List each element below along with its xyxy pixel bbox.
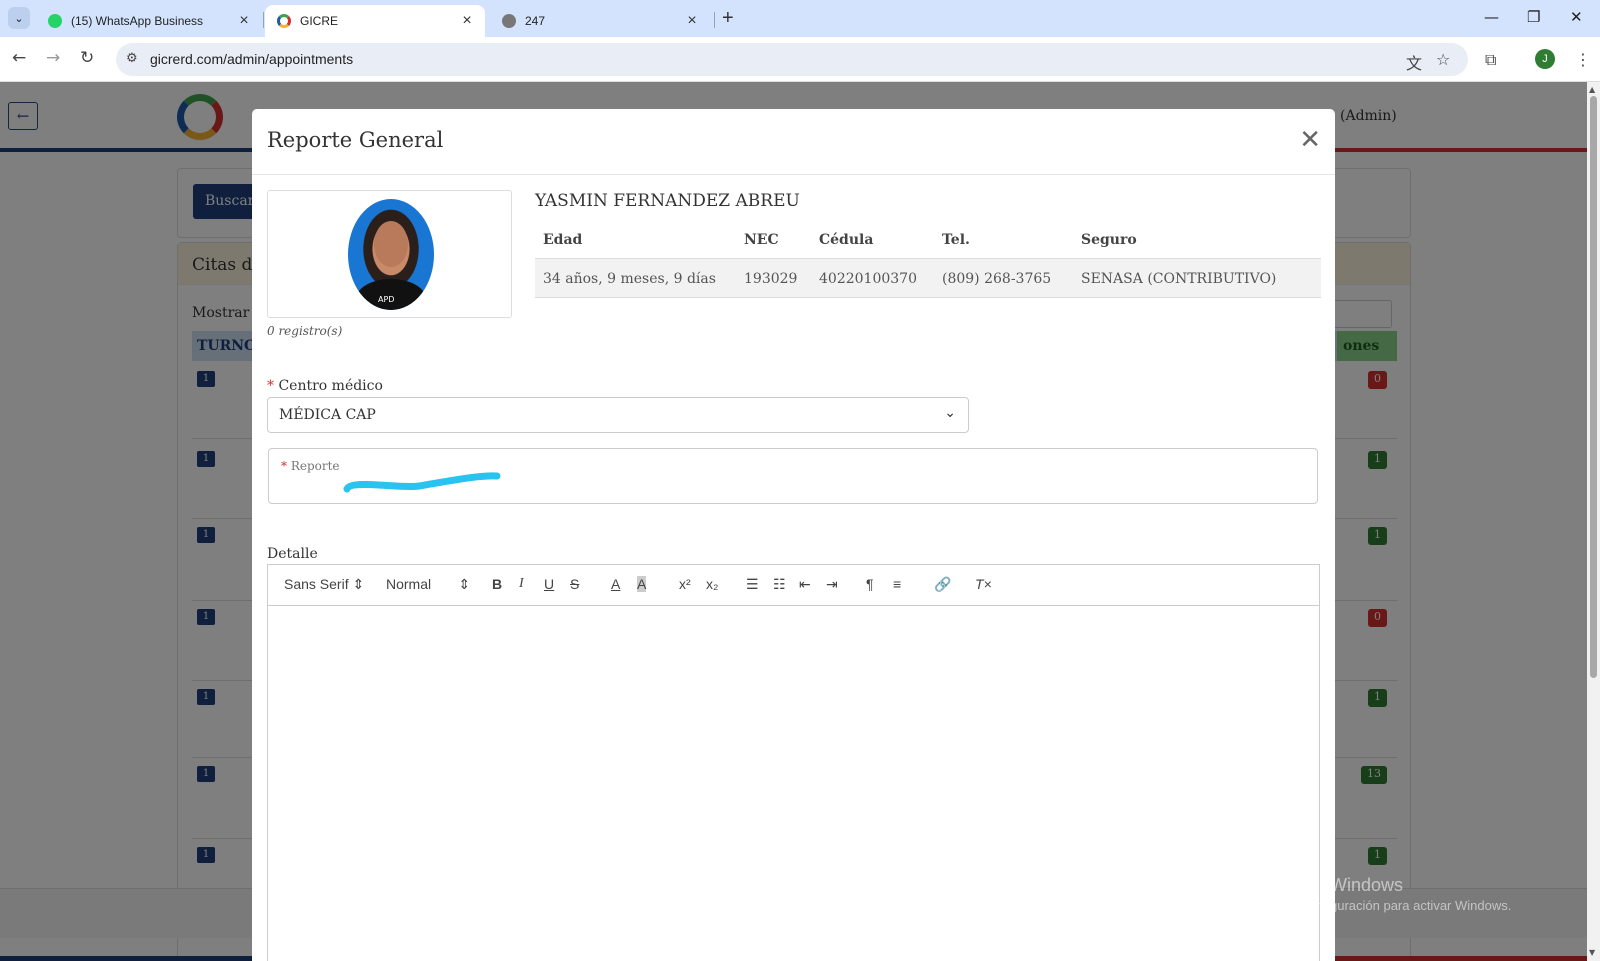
url-text[interactable]: gicrerd.com/admin/appointments bbox=[150, 51, 353, 67]
reporte-label: * Reporte bbox=[281, 459, 340, 473]
close-window-icon[interactable]: ✕ bbox=[1570, 8, 1583, 26]
font-size-value: Normal bbox=[386, 576, 432, 592]
site-info-icon[interactable]: ⚙ bbox=[126, 51, 138, 66]
scroll-down-icon[interactable]: ▼ bbox=[1589, 948, 1595, 957]
patient-info-row: 34 años, 9 meses, 9 días 193029 40220100… bbox=[535, 258, 1321, 298]
tab-whatsapp[interactable]: (15) WhatsApp Business × bbox=[36, 5, 262, 37]
menu-kebab-icon[interactable]: ⋮ bbox=[1575, 50, 1591, 69]
close-tab-icon[interactable]: × bbox=[236, 12, 252, 30]
ordered-list-icon[interactable]: ☰ bbox=[746, 576, 759, 593]
reporte-input[interactable]: * Reporte bbox=[268, 448, 1318, 504]
value-edad: 34 años, 9 meses, 9 días bbox=[543, 271, 716, 287]
records-count: 0 registro(s) bbox=[267, 324, 343, 338]
centro-label-text: Centro médico bbox=[278, 378, 383, 394]
close-icon[interactable]: ✕ bbox=[1299, 125, 1321, 155]
value-tel: (809) 268-3765 bbox=[942, 271, 1052, 287]
tab-divider bbox=[714, 12, 715, 28]
bookmark-star-icon[interactable]: ☆ bbox=[1436, 50, 1450, 69]
align-icon[interactable]: ≡ bbox=[893, 576, 901, 592]
browser-toolbar: ← → ↻ ⚙ gicrerd.com/admin/appointments 文… bbox=[0, 37, 1600, 82]
minimize-icon[interactable]: — bbox=[1484, 8, 1499, 26]
back-arrow-icon[interactable]: ← bbox=[12, 48, 26, 68]
reporte-general-modal: Reporte General ✕ APD 0 registro(s) YASM… bbox=[252, 109, 1335, 961]
scroll-up-icon[interactable]: ▲ bbox=[1589, 85, 1595, 94]
forward-arrow-icon[interactable]: → bbox=[46, 48, 60, 68]
underline-icon[interactable]: U bbox=[544, 576, 554, 592]
whatsapp-icon bbox=[48, 14, 62, 28]
background-color-icon[interactable]: A bbox=[637, 576, 647, 592]
tab-label: (15) WhatsApp Business bbox=[71, 14, 204, 28]
bullet-list-icon[interactable]: ☷ bbox=[773, 576, 786, 593]
header-tel: Tel. bbox=[942, 232, 970, 248]
new-tab-button[interactable]: + bbox=[722, 7, 734, 30]
bold-icon[interactable]: B bbox=[492, 576, 502, 592]
value-seguro: SENASA (CONTRIBUTIVO) bbox=[1081, 271, 1277, 287]
address-bar[interactable]: ⚙ gicrerd.com/admin/appointments 文 ☆ bbox=[116, 43, 1468, 76]
scroll-thumb[interactable] bbox=[1590, 96, 1597, 678]
subscript-icon[interactable]: x₂ bbox=[706, 576, 718, 592]
tab-divider bbox=[263, 12, 264, 28]
windows-activation-text: Ve a Configuración para activar Windows. bbox=[1270, 898, 1512, 913]
superscript-icon[interactable]: x² bbox=[679, 576, 691, 592]
value-nec: 193029 bbox=[744, 271, 798, 287]
header-edad: Edad bbox=[543, 232, 583, 248]
redaction-scribble bbox=[343, 472, 501, 493]
modal-header: Reporte General ✕ bbox=[252, 109, 1335, 175]
centro-medico-label: * Centro médico bbox=[267, 378, 383, 394]
rich-text-toolbar: Sans Serif ⇕ Normal ⇕ B I U S A A x² x₂ … bbox=[267, 564, 1320, 606]
centro-medico-select[interactable]: MÉDICA CAP ⌄ bbox=[267, 397, 969, 433]
indent-icon[interactable]: ⇥ bbox=[826, 576, 838, 593]
font-family-select[interactable]: Sans Serif ⇕ bbox=[284, 576, 364, 593]
patient-name: YASMIN FERNANDEZ ABREU bbox=[535, 191, 800, 211]
reporte-label-text: Reporte bbox=[290, 459, 340, 473]
tab-label: 247 bbox=[525, 14, 546, 28]
outdent-icon[interactable]: ⇤ bbox=[799, 576, 811, 593]
close-tab-icon[interactable]: × bbox=[684, 12, 700, 30]
extensions-icon[interactable]: ⧉ bbox=[1485, 50, 1496, 70]
header-seguro: Seguro bbox=[1081, 232, 1137, 248]
patient-info-table: Edad NEC Cédula Tel. Seguro 34 años, 9 m… bbox=[535, 221, 1321, 298]
tab-label: GICRE bbox=[300, 14, 339, 28]
header-cedula: Cédula bbox=[819, 232, 874, 248]
header-nec: NEC bbox=[744, 232, 779, 248]
text-color-icon[interactable]: A bbox=[611, 576, 620, 592]
page-scrollbar[interactable]: ▲ ▼ bbox=[1587, 82, 1600, 961]
chevron-down-icon: ⌄ bbox=[944, 405, 956, 421]
windows-activation-title: Activar Windows bbox=[1270, 875, 1404, 895]
centro-selected-value: MÉDICA CAP bbox=[279, 407, 376, 423]
gicre-logo-icon bbox=[277, 14, 291, 28]
modal-title: Reporte General bbox=[267, 128, 444, 152]
detalle-label: Detalle bbox=[267, 546, 318, 562]
value-cedula: 40220100370 bbox=[819, 271, 917, 287]
strikethrough-icon[interactable]: S bbox=[570, 576, 579, 592]
photo-tag: APD bbox=[378, 295, 395, 304]
patient-photo: APD bbox=[348, 199, 434, 310]
globe-icon bbox=[502, 14, 516, 28]
patient-info-header: Edad NEC Cédula Tel. Seguro bbox=[535, 221, 1321, 258]
clear-format-icon[interactable]: T× bbox=[975, 576, 992, 592]
font-family-value: Sans Serif bbox=[284, 576, 349, 592]
font-size-select[interactable]: Normal ⇕ bbox=[386, 576, 470, 593]
browser-tab-strip: ⌄ (15) WhatsApp Business × GICRE × 247 ×… bbox=[0, 0, 1600, 37]
italic-icon[interactable]: I bbox=[519, 576, 524, 592]
text-direction-icon[interactable]: ¶ bbox=[866, 576, 874, 592]
patient-photo-frame: APD bbox=[267, 190, 512, 318]
page-content: ← (Admin) Buscar Citas de Mostrar TURNO … bbox=[0, 82, 1600, 961]
restore-icon[interactable]: ❐ bbox=[1527, 8, 1540, 26]
tab-gicre[interactable]: GICRE × bbox=[265, 5, 485, 37]
photo-face bbox=[374, 221, 408, 267]
tab-247[interactable]: 247 × bbox=[490, 5, 710, 37]
tab-search-dropdown[interactable]: ⌄ bbox=[8, 7, 30, 29]
profile-avatar[interactable]: J bbox=[1535, 49, 1555, 69]
detalle-editor[interactable] bbox=[267, 606, 1320, 961]
translate-icon[interactable]: 文 bbox=[1406, 50, 1422, 74]
reload-icon[interactable]: ↻ bbox=[80, 48, 94, 68]
link-icon[interactable]: 🔗 bbox=[934, 576, 951, 593]
close-tab-icon[interactable]: × bbox=[459, 12, 475, 30]
